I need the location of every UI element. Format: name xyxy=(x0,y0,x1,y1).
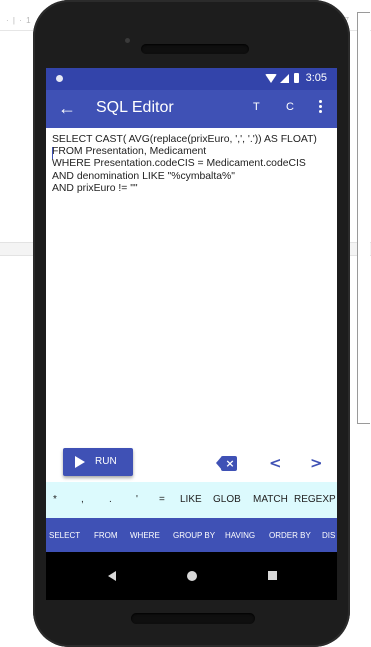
keyword-key-select[interactable]: SELECT xyxy=(49,531,80,540)
keyword-bar: SELECT FROM WHERE GROUP BY HAVING ORDER … xyxy=(46,518,337,552)
text-cursor xyxy=(52,147,53,159)
action-t-button[interactable]: T xyxy=(253,101,260,113)
keyword-key-having[interactable]: HAVING xyxy=(225,531,255,540)
symbol-key-match[interactable]: MATCH xyxy=(253,494,288,505)
symbol-key-asterisk[interactable]: * xyxy=(53,494,57,505)
keyword-key-from[interactable]: FROM xyxy=(94,531,118,540)
background-panel xyxy=(357,12,370,424)
code-line: SELECT CAST( AVG(replace(prixEuro, ',', … xyxy=(52,134,317,145)
code-line: AND prixEuro != "" xyxy=(52,182,138,194)
keyword-key-where[interactable]: WHERE xyxy=(130,531,160,540)
run-toolbar: RUN × < > xyxy=(46,440,337,482)
battery-icon xyxy=(293,73,299,83)
earpiece xyxy=(141,44,249,54)
code-line: AND denomination LIKE "%cymbalta%" xyxy=(52,170,235,182)
symbol-key-dot[interactable]: . xyxy=(109,494,112,505)
signal-icon xyxy=(279,73,289,83)
run-button[interactable]: RUN xyxy=(63,448,133,476)
run-label: RUN xyxy=(95,456,117,467)
sql-editor-input[interactable]: SELECT CAST( AVG(replace(prixEuro, ',', … xyxy=(46,128,337,440)
ruler-left-text: · | · 1 xyxy=(6,16,32,25)
status-indicators: 3:05 xyxy=(264,72,327,84)
front-camera xyxy=(125,38,130,43)
nav-home-icon[interactable] xyxy=(187,571,197,581)
play-icon xyxy=(75,456,85,468)
nav-recents-icon[interactable] xyxy=(268,571,277,580)
keyword-key-order-by[interactable]: ORDER BY xyxy=(269,531,311,540)
arrow-back-icon[interactable]: ← xyxy=(56,97,78,119)
page-title: SQL Editor xyxy=(96,99,174,116)
action-c-button[interactable]: C xyxy=(286,101,294,113)
symbol-bar: * , . ' = LIKE GLOB MATCH REGEXP xyxy=(46,482,337,518)
status-time: 3:05 xyxy=(305,72,327,84)
symbol-key-glob[interactable]: GLOB xyxy=(213,494,241,505)
keyword-key-group-by[interactable]: GROUP BY xyxy=(173,531,215,540)
symbol-key-like[interactable]: LIKE xyxy=(180,494,202,505)
code-line: FROM Presentation, Medicament xyxy=(52,146,207,158)
symbol-key-equals[interactable]: = xyxy=(159,494,165,505)
phone-screen: 3:05 ← SQL Editor T C SELECT CAST( AVG(r… xyxy=(46,68,337,600)
notification-icon xyxy=(56,75,63,82)
wifi-icon xyxy=(264,73,277,83)
app-bar: ← SQL Editor T C xyxy=(46,90,337,128)
phone-device: 3:05 ← SQL Editor T C SELECT CAST( AVG(r… xyxy=(33,0,350,647)
nav-back-icon[interactable] xyxy=(108,571,116,581)
symbol-key-regexp[interactable]: REGEXP xyxy=(294,494,336,505)
bottom-speaker xyxy=(131,613,255,624)
status-bar: 3:05 xyxy=(46,68,337,90)
symbol-key-comma[interactable]: , xyxy=(81,494,84,505)
code-line: WHERE Presentation.codeCIS = Medicament.… xyxy=(52,158,306,170)
more-vert-icon[interactable] xyxy=(314,99,326,117)
chevron-right-icon[interactable]: > xyxy=(310,454,323,472)
symbol-key-quote[interactable]: ' xyxy=(136,494,138,505)
sql-code[interactable]: SELECT CAST( AVG(replace(prixEuro, ',', … xyxy=(52,134,334,195)
chevron-left-icon[interactable]: < xyxy=(269,454,282,472)
navigation-bar xyxy=(46,552,337,600)
backspace-icon[interactable]: × xyxy=(216,456,238,471)
keyword-key-distinct[interactable]: DIS xyxy=(322,531,335,540)
